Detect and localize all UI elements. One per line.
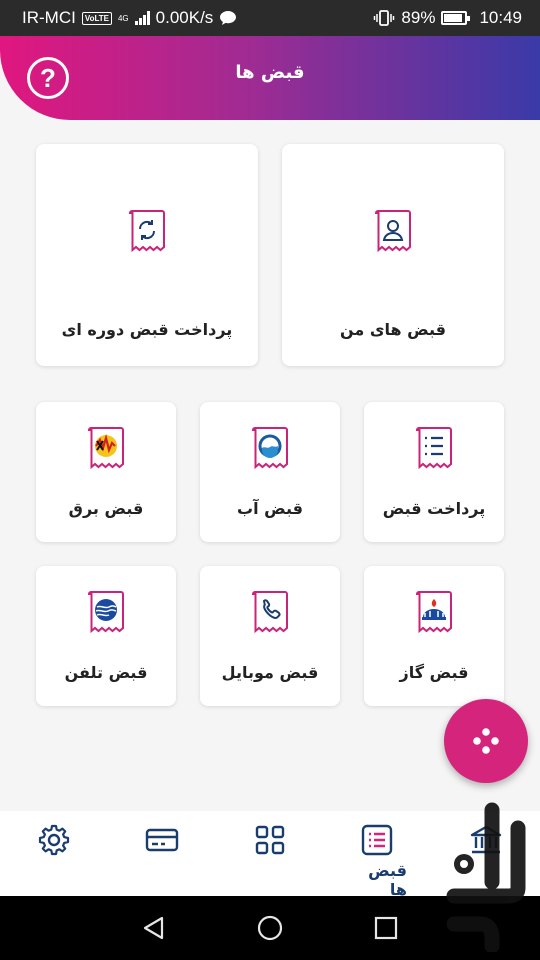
water-bill-card[interactable]: قبض آب — [200, 402, 340, 542]
water-drop-icon — [251, 427, 288, 470]
my-bills-card[interactable]: قبض های من — [282, 144, 504, 366]
volte-badge: VoLTE — [81, 11, 112, 25]
telecom-logo-icon — [87, 591, 124, 634]
home-icon[interactable] — [257, 915, 283, 941]
battery-icon — [441, 11, 471, 25]
clock: 10:49 — [479, 8, 522, 27]
page-title: قبض ها — [235, 62, 305, 83]
nav-bills-label: قبض ها — [368, 861, 407, 899]
carrier-name: IR-MCI — [22, 8, 76, 27]
phone-handset-icon — [251, 591, 288, 634]
signal-icon — [134, 11, 150, 25]
bill-list-icon — [361, 824, 393, 856]
nav-bills[interactable]: قبض ها — [347, 823, 407, 899]
store-logo-watermark — [446, 802, 526, 952]
dots-icon — [473, 728, 499, 754]
battery-percent: 89% — [401, 8, 436, 27]
recents-icon[interactable] — [373, 915, 399, 941]
electricity-logo-icon — [87, 427, 124, 470]
app-header: قبض ها ? — [0, 36, 540, 120]
pay-bill-card[interactable]: پرداخت قبض — [364, 402, 504, 542]
fab-menu-button[interactable] — [444, 699, 528, 783]
electricity-bill-label: قبض برق — [68, 499, 144, 518]
user-receipt-icon — [374, 210, 411, 253]
periodic-bill-label: پرداخت قبض دوره ای — [61, 320, 233, 339]
nav-cards[interactable] — [132, 823, 192, 857]
mobile-bill-label: قبض موبایل — [221, 663, 319, 682]
question-icon: ? — [40, 62, 56, 93]
nav-settings[interactable] — [24, 823, 84, 857]
status-right: 89% 10:49 — [373, 8, 522, 28]
phone-bill-card[interactable]: قبض تلفن — [36, 566, 176, 706]
gear-icon — [38, 824, 70, 856]
vibrate-icon — [374, 10, 395, 26]
pay-bill-label: پرداخت قبض — [382, 499, 486, 518]
my-bills-label: قبض های من — [339, 320, 447, 339]
nav-services[interactable] — [240, 823, 300, 857]
credit-card-icon — [145, 828, 179, 852]
help-button[interactable]: ? — [27, 57, 69, 99]
periodic-bill-card[interactable]: پرداخت قبض دوره ای — [36, 144, 258, 366]
gas-bill-card[interactable]: قبض گاز — [364, 566, 504, 706]
net-speed: 0.00K/s — [155, 8, 214, 27]
phone-bill-label: قبض تلفن — [64, 663, 148, 682]
gas-bill-label: قبض گاز — [399, 663, 469, 682]
gas-logo-icon — [415, 591, 452, 634]
network-type: 4G — [117, 13, 129, 23]
refresh-receipt-icon — [128, 210, 165, 253]
status-left: IR-MCI VoLTE 4G 0.00K/s — [22, 8, 237, 28]
back-icon[interactable] — [141, 915, 167, 941]
grid-icon — [255, 825, 285, 855]
water-bill-label: قبض آب — [237, 499, 303, 518]
mobile-bill-card[interactable]: قبض موبایل — [200, 566, 340, 706]
message-icon — [220, 11, 237, 25]
status-bar: IR-MCI VoLTE 4G 0.00K/s 89% 10:49 — [0, 0, 540, 36]
electricity-bill-card[interactable]: قبض برق — [36, 402, 176, 542]
list-receipt-icon — [415, 427, 452, 470]
